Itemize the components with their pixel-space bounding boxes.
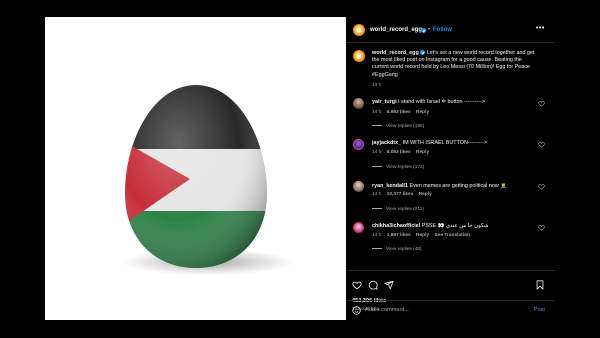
like-comment-heart-icon[interactable] xyxy=(538,224,545,231)
comment-likes[interactable]: 10,377 likes xyxy=(387,192,414,197)
comment-bubble-icon[interactable] xyxy=(368,280,378,290)
comment-username[interactable]: ryan_kendall1 xyxy=(372,183,408,189)
comment-username[interactable]: jayjackdtx_ xyxy=(372,140,401,146)
replies-line xyxy=(372,208,382,210)
like-comment-heart-icon[interactable] xyxy=(538,100,545,107)
post-image[interactable] xyxy=(45,17,346,320)
like-heart-icon[interactable] xyxy=(352,280,362,290)
comment-meta: 14 h 6,963 likes Reply xyxy=(372,110,433,115)
comment-avatar[interactable] xyxy=(353,181,364,192)
comment-body: PSSE 👀 شكون جا من عندي xyxy=(421,223,489,229)
post-comment-button[interactable]: Post xyxy=(534,307,545,313)
caption-avatar[interactable] xyxy=(353,50,365,62)
replies-line xyxy=(372,125,382,127)
reply-button[interactable]: Reply xyxy=(416,110,429,115)
comment-meta: 14 h 1,887 likes Reply See Translation xyxy=(372,233,474,238)
view-replies-label: View replies (172) xyxy=(386,165,425,170)
flag-egg-image xyxy=(125,85,267,268)
view-replies-label: View replies (195) xyxy=(386,124,425,129)
comment-likes[interactable]: 8,053 likes xyxy=(387,150,411,155)
view-replies-button[interactable]: View replies (195) xyxy=(372,124,424,129)
separator-dot: • xyxy=(428,27,431,33)
more-options-icon[interactable]: ••• xyxy=(536,25,545,32)
reply-button[interactable]: Reply xyxy=(416,233,429,238)
comment-time: 14 h xyxy=(372,192,382,197)
see-translation-button[interactable]: See Translation xyxy=(434,233,469,238)
comment-avatar[interactable] xyxy=(353,139,364,150)
caption-time: 14 h xyxy=(372,83,382,88)
comment-meta: 14 h 8,053 likes Reply xyxy=(372,150,433,155)
view-replies-button[interactable]: View replies (48) xyxy=(372,247,422,252)
comment-likes[interactable]: 1,887 likes xyxy=(387,233,411,238)
view-replies-button[interactable]: View replies (172) xyxy=(372,165,424,170)
caption-username[interactable]: world_record_egg xyxy=(372,50,419,56)
comment: chikha3ichaofficiel PSSE 👀 شكون جا من عن… xyxy=(372,223,540,230)
comment: jayjackdtx_ IM WITH ISRAEL BUTTON-------… xyxy=(372,140,540,147)
view-replies-button[interactable]: View replies (211) xyxy=(372,207,424,212)
comment-body: Even memes are getting political now 🤦‍♂… xyxy=(409,183,507,189)
add-comment-bar: Add a comment... Post xyxy=(346,300,555,320)
comment-time: 14 h xyxy=(372,110,382,115)
comment: yair_turgi I stand with Israel ✡ button … xyxy=(372,99,540,106)
comment-avatar[interactable] xyxy=(353,98,364,109)
post-side-panel: world_record_egg • Follow ••• world_reco… xyxy=(346,17,555,320)
post-header: world_record_egg • Follow ••• xyxy=(346,17,555,43)
verified-badge-icon xyxy=(421,27,426,33)
comment-likes[interactable]: 6,963 likes xyxy=(387,110,411,115)
add-comment-input[interactable]: Add a comment... xyxy=(365,307,409,313)
replies-line xyxy=(372,166,382,168)
comment-meta: 14 h 10,377 likes Reply xyxy=(372,192,436,197)
follow-button[interactable]: Follow xyxy=(433,27,452,33)
replies-line xyxy=(372,248,382,250)
share-send-icon[interactable] xyxy=(384,280,394,290)
like-comment-heart-icon[interactable] xyxy=(538,183,545,190)
comment-body: IM WITH ISRAEL BUTTON---------> xyxy=(402,140,488,146)
caption-verified-icon xyxy=(420,50,426,56)
reply-button[interactable]: Reply xyxy=(416,150,429,155)
post-caption: world_record_egg Let’s set a new world r… xyxy=(372,50,540,79)
post-viewer: world_record_egg • Follow ••• world_reco… xyxy=(0,0,600,338)
comment-time: 14 h xyxy=(372,150,382,155)
comment-username[interactable]: yair_turgi xyxy=(372,99,397,105)
view-replies-label: View replies (211) xyxy=(386,207,424,212)
like-comment-heart-icon[interactable] xyxy=(538,141,545,148)
comment-username[interactable]: chikha3ichaofficiel xyxy=(372,223,420,229)
emoji-smiley-icon[interactable] xyxy=(352,306,361,315)
comment: ryan_kendall1 Even memes are getting pol… xyxy=(372,183,540,190)
comment-time: 14 h xyxy=(372,233,382,238)
reply-button[interactable]: Reply xyxy=(419,192,432,197)
comment-body: I stand with Israel ✡ button ----------> xyxy=(398,99,486,105)
author-username[interactable]: world_record_egg xyxy=(370,27,422,33)
author-avatar[interactable] xyxy=(353,24,365,36)
comment-avatar[interactable] xyxy=(353,222,364,233)
save-bookmark-icon[interactable] xyxy=(535,280,545,290)
view-replies-label: View replies (48) xyxy=(386,247,422,252)
caption-hashtag[interactable]: #EggGang xyxy=(372,72,398,78)
